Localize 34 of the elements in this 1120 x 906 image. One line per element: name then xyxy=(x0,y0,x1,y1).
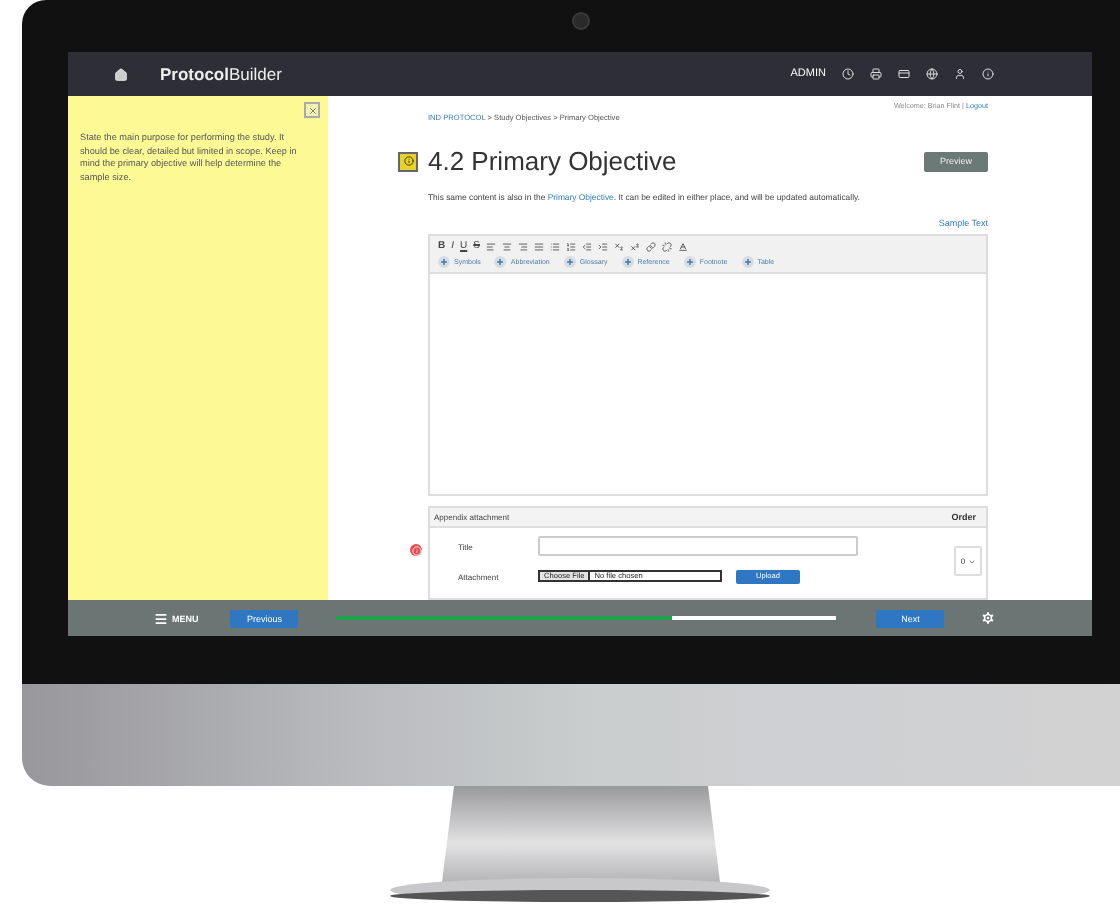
align-left-icon xyxy=(485,241,496,251)
user-icon xyxy=(954,68,966,80)
brand-logo: ProtocolBuilder xyxy=(160,64,282,84)
menu-icon[interactable] xyxy=(154,611,168,625)
unlink-icon xyxy=(661,241,672,251)
printer-icon xyxy=(870,68,882,80)
bullet-list-icon xyxy=(549,241,560,251)
card-icon xyxy=(898,68,910,80)
clock-icon xyxy=(842,68,854,80)
align-right-icon xyxy=(517,241,528,251)
plus-icon xyxy=(683,256,696,268)
section-title: 4.2 Primary Objective xyxy=(428,146,677,176)
plus-icon xyxy=(494,256,507,268)
info-icon xyxy=(982,68,994,80)
plus-icon xyxy=(438,256,450,268)
text-color-icon xyxy=(677,241,688,251)
plus-icon xyxy=(741,256,754,268)
superscript-icon xyxy=(629,241,640,251)
globe-icon xyxy=(926,68,938,80)
numbered-list-icon xyxy=(565,241,576,251)
plus-icon xyxy=(621,256,634,268)
align-justify-icon xyxy=(533,241,544,251)
align-center-icon xyxy=(501,241,512,251)
camera-icon xyxy=(572,12,590,30)
info-icon xyxy=(398,151,418,171)
indent-icon xyxy=(597,241,608,251)
plus-icon xyxy=(563,256,576,268)
alert-icon xyxy=(410,544,422,556)
subscript-icon xyxy=(613,241,624,251)
outdent-icon xyxy=(581,241,592,251)
settings-icon xyxy=(980,610,997,626)
link-icon xyxy=(645,241,656,251)
title-input[interactable] xyxy=(538,536,858,556)
home-icon xyxy=(114,67,128,81)
